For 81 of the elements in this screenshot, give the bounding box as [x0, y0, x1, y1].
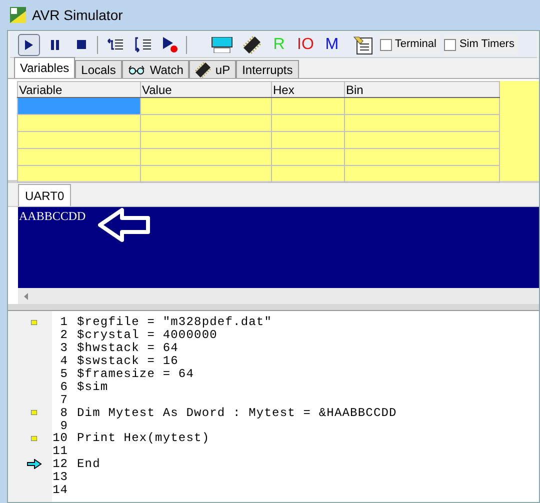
pause-icon — [51, 40, 59, 50]
breakpoint-icon — [31, 436, 37, 441]
column-header[interactable]: Value — [140, 82, 272, 98]
line-number: 4 — [59, 355, 68, 368]
glasses-icon — [128, 64, 146, 74]
table-cell[interactable] — [18, 166, 140, 182]
checkbox[interactable]: Terminal — [380, 34, 440, 54]
table-cell[interactable] — [344, 132, 500, 148]
code-line: Print Hex(mytest) — [77, 432, 210, 444]
line-number: 8 — [59, 406, 68, 419]
table-cell[interactable] — [140, 166, 272, 182]
lcd-icon — [211, 36, 233, 52]
code-line: $sim — [77, 380, 108, 393]
line-number: 7 — [59, 394, 68, 406]
code-line: End — [77, 458, 100, 470]
step-over-icon — [134, 36, 152, 52]
window-title: AVR Simulator — [32, 6, 123, 24]
code-editor[interactable]: 1 $regfile = "m328pdef.dat" 2 $crystal = 4000000 3 $hwstack = 64 4 $swstack = 16 5 $framesize = 64 6 $sim 7 8 Dim Mytest As Dword : Mytest = &HAABBCCDD 9 10 Print Hex(mytest) 11 12 End 13 14 — [16, 311, 539, 502]
table-cell[interactable] — [140, 114, 272, 132]
table-cell[interactable] — [140, 148, 272, 166]
tab[interactable]: Interrupts — [236, 60, 299, 78]
toolbar-button[interactable]: M — [320, 34, 343, 56]
line-number: 13 — [52, 471, 68, 484]
table-cell[interactable] — [18, 114, 140, 132]
table-cell[interactable] — [272, 132, 344, 148]
line-number: 3 — [59, 342, 68, 354]
chip-icon — [195, 62, 212, 78]
table-cell[interactable] — [272, 166, 344, 182]
line-number: 12 — [52, 458, 68, 470]
line-number: 9 — [59, 420, 68, 432]
line-number: 5 — [59, 368, 68, 380]
table-cell[interactable] — [344, 114, 500, 132]
stop-icon — [76, 40, 86, 49]
line-number: 6 — [59, 380, 68, 393]
table-cell[interactable] — [272, 148, 344, 166]
line-number: 2 — [59, 329, 68, 342]
play-icon — [25, 40, 33, 50]
code-line: Dim Mytest As Dword : Mytest = &HAABBCCDD — [77, 406, 397, 419]
tab[interactable]: Variables — [14, 57, 76, 78]
splitter-bar[interactable] — [8, 304, 539, 311]
table-cell[interactable] — [344, 148, 500, 166]
table-cell[interactable] — [344, 166, 500, 182]
app-logo-icon — [10, 7, 26, 23]
horizontal-scrollbar[interactable] — [18, 288, 539, 304]
column-header[interactable]: Variable — [18, 82, 140, 98]
code-line: $crystal = 4000000 — [77, 329, 218, 342]
current-line-arrow-icon — [26, 459, 42, 470]
table-cell[interactable] — [344, 98, 500, 114]
column-header[interactable]: Bin — [344, 82, 500, 98]
table-cell[interactable] — [272, 114, 344, 132]
checkbox-box[interactable] — [380, 38, 392, 50]
line-number: 1 — [59, 316, 68, 328]
code-line: $regfile = "m328pdef.dat" — [77, 316, 272, 328]
terminal-icon — [352, 34, 373, 54]
tab[interactable]: UART0 — [18, 184, 72, 206]
tab[interactable]: uP — [189, 60, 236, 78]
terminal-text: AABBCCDD — [19, 210, 86, 222]
toolbar-button[interactable]: IO — [294, 34, 317, 56]
breakpoint-icon — [31, 410, 37, 416]
tab[interactable]: Locals — [75, 60, 122, 78]
line-number: 11 — [52, 445, 68, 458]
table-cell[interactable] — [140, 98, 272, 114]
line-number: 10 — [52, 432, 68, 444]
step-into-icon — [106, 38, 124, 52]
column-header[interactable]: Hex — [272, 82, 344, 98]
checkbox-box[interactable] — [444, 38, 456, 50]
toolbar-button[interactable] — [18, 34, 40, 56]
table-cell[interactable] — [272, 98, 344, 114]
code-line: $framesize = 64 — [77, 368, 194, 380]
line-number: 14 — [52, 484, 68, 496]
run-to-cursor-icon — [162, 36, 178, 52]
checkbox[interactable]: Sim Timers — [444, 34, 518, 54]
code-line: $swstack = 16 — [77, 355, 178, 368]
table-cell[interactable] — [18, 132, 140, 148]
tab[interactable]: Watch — [122, 60, 190, 78]
table-cell[interactable] — [140, 132, 272, 148]
breakpoint-icon — [31, 320, 37, 325]
table-cell[interactable] — [18, 98, 140, 114]
scroll-left-icon[interactable] — [24, 292, 28, 300]
code-line: $hwstack = 64 — [77, 342, 178, 354]
table-cell[interactable] — [18, 148, 140, 166]
